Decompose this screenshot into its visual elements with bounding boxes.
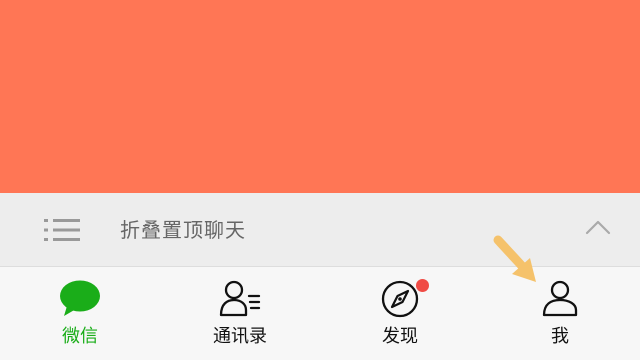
tab-label-me: 我: [551, 326, 569, 347]
contacts-icon: [219, 280, 261, 317]
screen: 折叠置顶聊天 微信 通讯录 发现 我: [0, 0, 640, 360]
list-icon: [44, 219, 80, 241]
discover-notification-dot: [416, 279, 429, 292]
tab-label-contacts: 通讯录: [213, 326, 267, 347]
tab-discover[interactable]: 发现: [320, 267, 480, 360]
bottom-tab-bar: 微信 通讯录 发现 我: [0, 267, 640, 360]
tab-label-wechat: 微信: [62, 326, 98, 347]
chat-bubble-icon: [60, 280, 100, 316]
tab-label-discover: 发现: [382, 326, 418, 347]
collapse-bar-label: 折叠置顶聊天: [120, 218, 246, 242]
tab-contacts[interactable]: 通讯录: [160, 267, 320, 360]
pointer-arrow-icon: [493, 235, 536, 282]
collapse-pinned-chats-bar[interactable]: 折叠置顶聊天: [0, 193, 640, 267]
person-icon: [542, 280, 578, 317]
banner-area: [0, 0, 640, 193]
tab-wechat[interactable]: 微信: [0, 267, 160, 360]
chevron-up-icon[interactable]: [585, 219, 611, 235]
